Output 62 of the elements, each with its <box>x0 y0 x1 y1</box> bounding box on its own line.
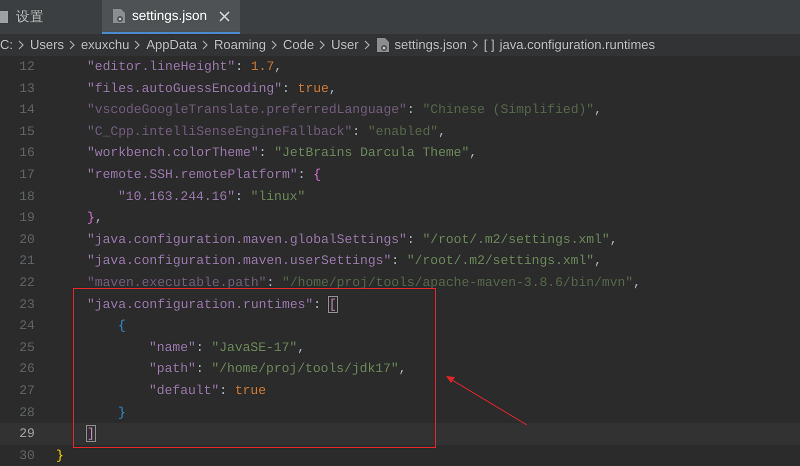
code-line: "vscodeGoogleTranslate.preferredLanguage": "Chinese (Simplified)", <box>86 101 602 120</box>
breadcrumb-item[interactable]: User <box>331 35 359 55</box>
array-icon: [ ] <box>484 35 495 55</box>
line-number: 13 <box>18 80 36 98</box>
breadcrumb-item[interactable]: Users <box>30 35 64 55</box>
chevron-icon <box>364 40 371 50</box>
code-line: "10.163.244.16": "linux" <box>117 188 306 206</box>
code-line: "default": true <box>148 382 266 400</box>
line-number: 17 <box>18 166 36 184</box>
breadcrumb-item[interactable]: Roaming <box>214 35 266 55</box>
settings-icon <box>0 9 10 25</box>
breadcrumb-item[interactable]: C: <box>0 35 13 55</box>
breadcrumb-item[interactable]: Code <box>283 35 314 55</box>
close-icon[interactable] <box>219 8 230 24</box>
line-number: 14 <box>18 101 36 120</box>
chevron-icon <box>134 40 142 50</box>
chevron-icon <box>319 40 326 50</box>
line-number: 23 <box>18 296 36 314</box>
code-line: { <box>117 317 126 336</box>
line-number: 16 <box>18 144 36 162</box>
chevron-icon <box>18 40 25 50</box>
code-line: "workbench.colorTheme": "JetBrains Darcula Theme", <box>86 144 478 162</box>
tab[interactable]: 设置 <box>0 0 102 34</box>
chevron-icon <box>68 40 76 50</box>
line-number: 29 <box>18 425 36 444</box>
code-line: "files.autoGuessEncoding": true, <box>86 80 337 98</box>
code-line: "name": "JavaSE-17", <box>148 338 306 357</box>
line-number: 15 <box>18 122 36 141</box>
code-line: "java.configuration.maven.userSettings": "/root/.m2/settings.xml", <box>86 252 602 270</box>
code-line: "java.configuration.runtimes": [ <box>86 296 337 314</box>
line-number: 22 <box>18 274 36 292</box>
chevron-icon <box>271 40 278 50</box>
code-line: "remote.SSH.remotePlatform": { <box>86 166 322 184</box>
line-number: 30 <box>18 446 36 465</box>
line-number: 12 <box>18 58 36 76</box>
line-number: 20 <box>18 230 36 249</box>
breadcrumb-item[interactable]: settings.json <box>394 35 467 55</box>
line-number: 26 <box>18 360 36 378</box>
code-line: "maven.executable.path": "/home/proj/tools/apache-maven-3.8.6/bin/mvn", <box>86 274 641 292</box>
chevron-icon <box>472 40 479 50</box>
file-icon <box>376 37 390 53</box>
line-number: 27 <box>18 382 36 400</box>
breadcrumb-item[interactable]: exuxchu <box>80 35 130 55</box>
line-number: 25 <box>18 338 36 357</box>
breadcrumb-item[interactable]: AppData <box>146 35 197 55</box>
code-line: "java.configuration.maven.globalSettings": "/root/.m2/settings.xml", <box>86 230 618 249</box>
code-line: }, <box>86 209 103 228</box>
line-number: 24 <box>18 317 36 336</box>
file-icon <box>112 8 126 24</box>
tab[interactable]: settings.json <box>102 0 240 34</box>
breadcrumb-item[interactable]: java.configuration.runtimes <box>500 35 655 55</box>
code-line: "C_Cpp.intelliSenseEngineFallback": "enabled", <box>86 122 446 141</box>
code-line: "editor.lineHeight": 1.7, <box>86 58 282 76</box>
code-line: "path": "/home/proj/tools/jdk17", <box>148 360 406 378</box>
code-line: } <box>117 404 126 422</box>
line-number: 21 <box>18 252 36 270</box>
line-number: 19 <box>18 209 36 228</box>
code-line: ] <box>86 425 95 444</box>
code-line: } <box>55 446 64 465</box>
line-number: 18 <box>18 188 36 206</box>
line-number: 28 <box>18 404 36 422</box>
chevron-icon <box>202 40 209 50</box>
